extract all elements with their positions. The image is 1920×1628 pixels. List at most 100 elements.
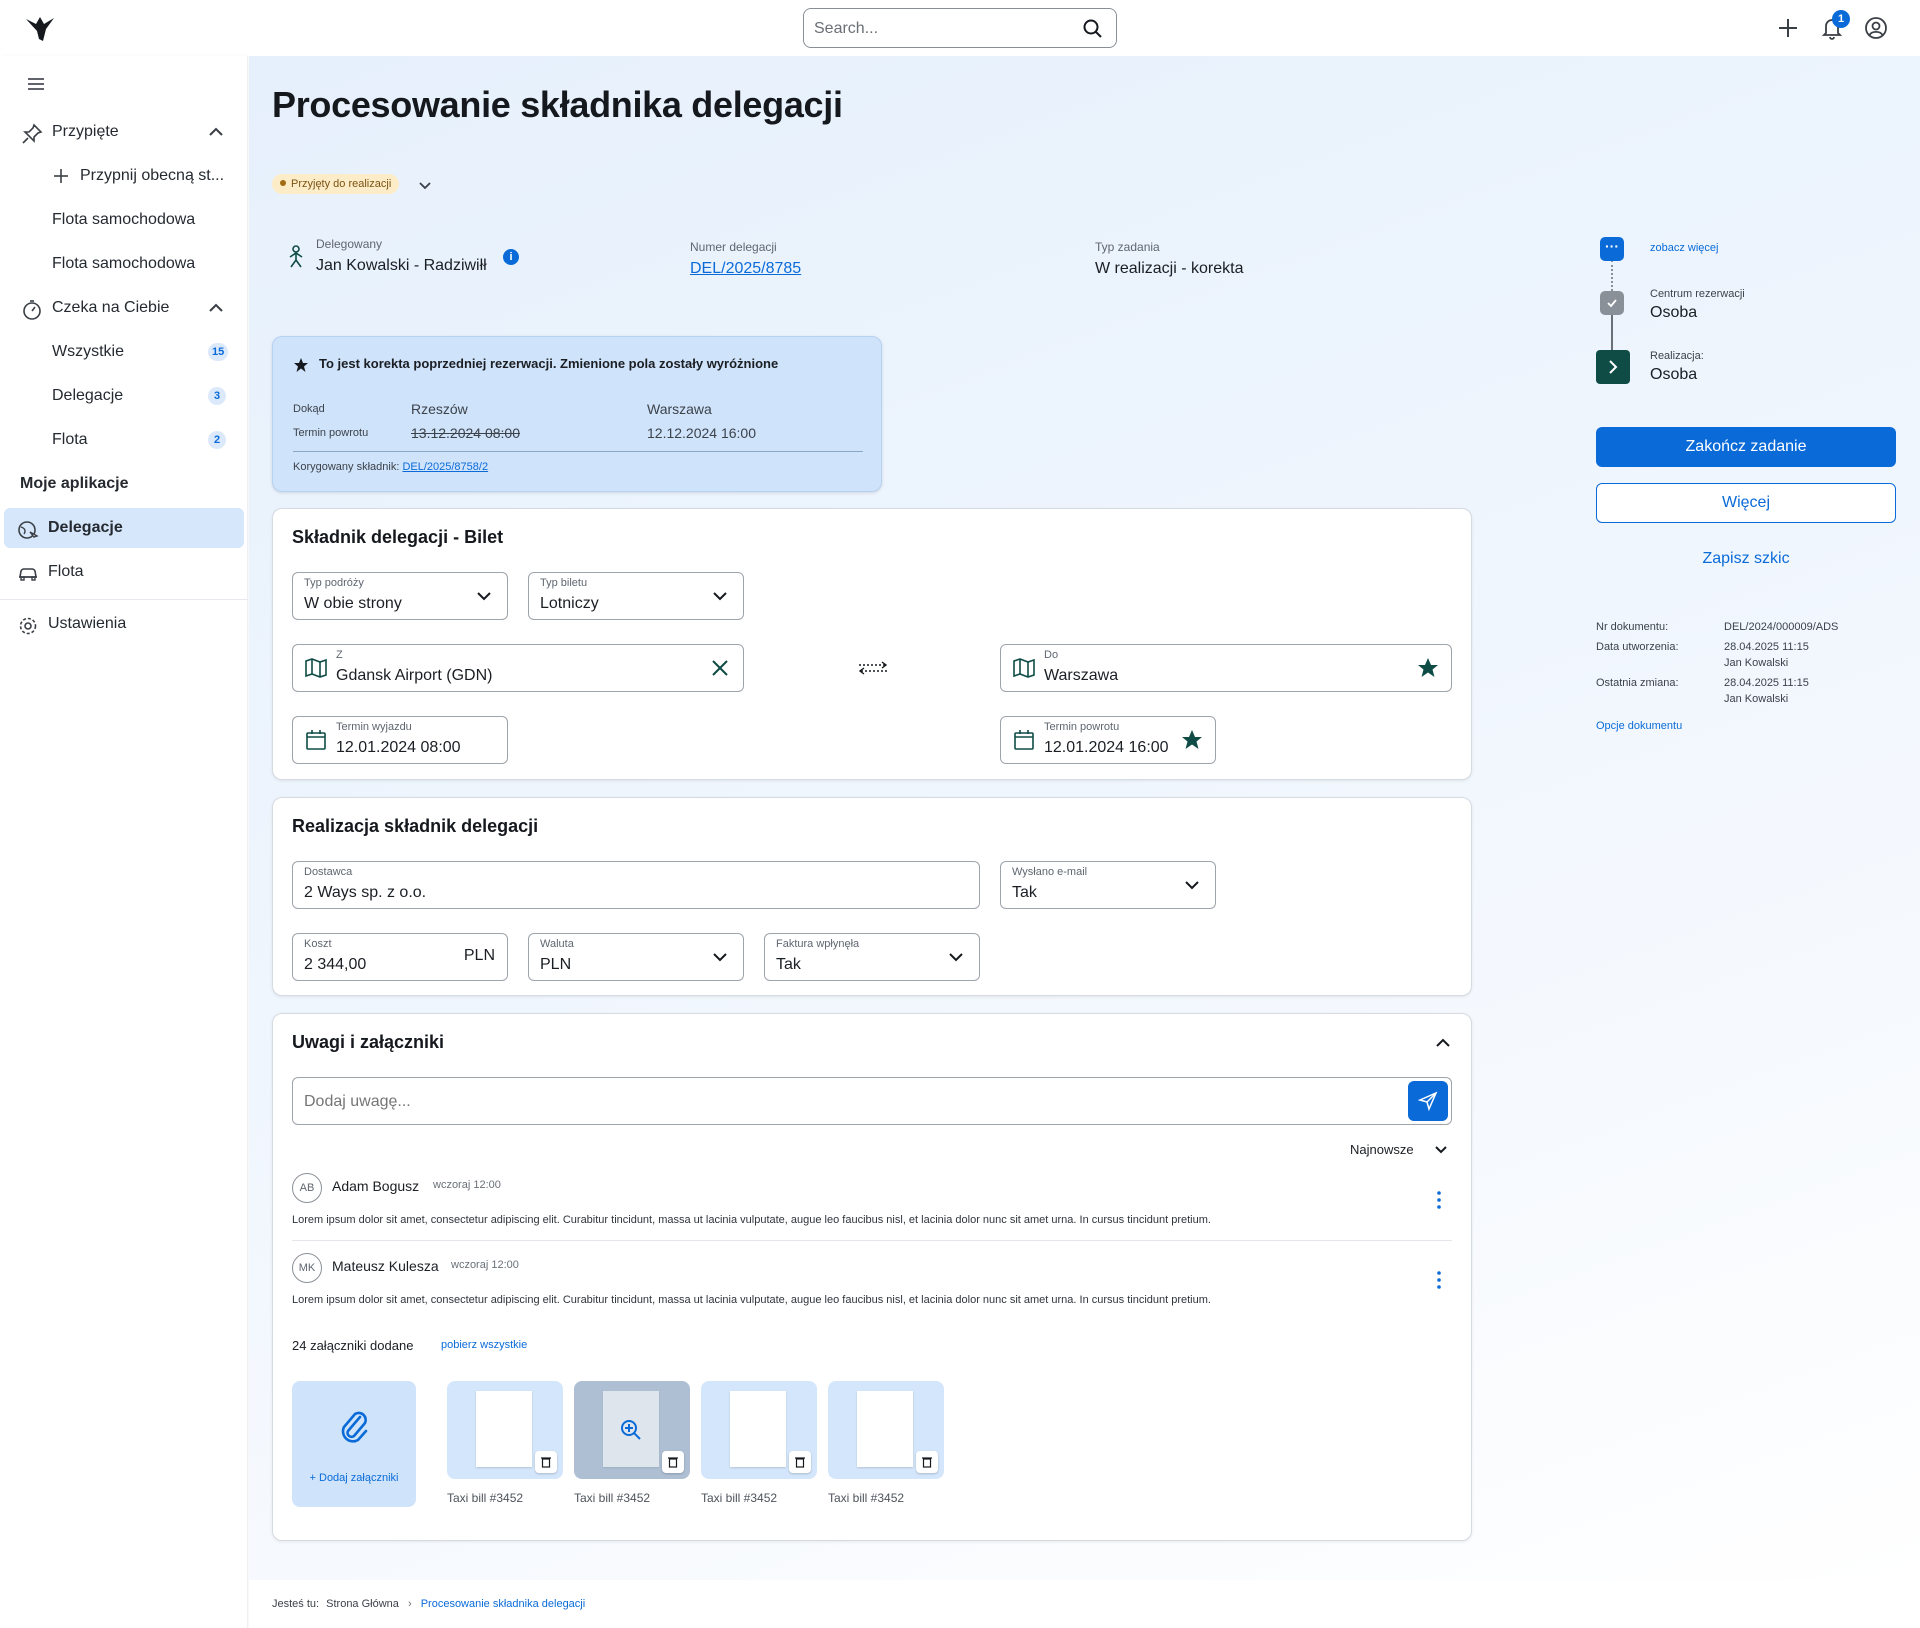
comment-time: wczoraj 12:00 [451,1259,519,1271]
attachments-count: 24 załączniki dodane [292,1338,414,1353]
delete-attachment-button[interactable] [535,1451,557,1473]
step1-label: Centrum rezerwacji [1650,288,1745,300]
attachment-name: Taxi bill #3452 [574,1491,651,1505]
trash-icon [668,1457,678,1468]
delegation-number-label: Numer delegacji [690,240,777,254]
breadcrumb-home[interactable]: Strona Główna [326,1598,399,1610]
plus-icon[interactable] [1774,14,1802,42]
breadcrumb: Jesteś tu: Strona Główna › Procesowanie … [272,1598,585,1610]
ticket-type-select[interactable]: Typ biletu Lotniczy [528,572,744,620]
count-badge: 3 [208,387,226,405]
sidebar-item-label: Flota samochodowa [52,211,196,228]
sidebar-item-delegacje[interactable]: Delegacje [0,508,248,548]
more-vertical-icon[interactable] [1435,1270,1443,1290]
doc-created-value: 28.04.2025 11:15 [1724,641,1809,653]
attachment-name: Taxi bill #3452 [828,1491,905,1505]
swap-arrows-icon[interactable] [857,660,889,676]
comment-divider [292,1240,1452,1241]
sidebar-section-my-apps: Moje aplikacje [0,464,248,504]
ticket-card: Składnik delegacji - Bilet Typ podróży W… [272,508,1472,780]
sidebar-item-flota-waiting[interactable]: Flota 2 [0,420,248,460]
trash-icon [541,1457,551,1468]
delete-attachment-button[interactable] [662,1451,684,1473]
attachment-thumbnail[interactable] [828,1381,944,1479]
return-date-field[interactable]: Termin powrotu 12.01.2024 16:00 [1000,716,1216,764]
plus-icon [54,169,68,183]
corrected-component-link[interactable]: DEL/2025/8758/2 [402,461,488,473]
finish-task-button[interactable]: Zakończ zadanie [1596,427,1896,467]
to-field[interactable]: Do Warszawa [1000,644,1452,692]
corrected-component: Korygowany składnik: DEL/2025/8758/2 [293,461,489,473]
sidebar-section-label: Moje aplikacje [20,475,129,492]
search-icon[interactable] [1082,18,1104,40]
currency-select[interactable]: Waluta PLN [528,933,744,981]
add-attachment-button[interactable]: + Dodaj załączniki [292,1381,416,1507]
trip-type-select[interactable]: Typ podróży W obie strony [292,572,508,620]
see-more-link[interactable]: zobacz więcej [1650,242,1718,254]
document-preview-icon [730,1391,786,1467]
document-preview-icon [476,1391,532,1467]
chevron-up-icon[interactable] [206,298,226,318]
more-button[interactable]: Więcej [1596,483,1896,523]
note-input-field[interactable] [292,1077,1452,1125]
sidebar-item-settings[interactable]: Ustawienia [0,604,248,644]
correction-row2-label: Termin powrotu [293,427,369,439]
cost-field[interactable]: Koszt 2 344,00 PLN [292,933,508,981]
email-sent-select[interactable]: Wysłano e-mail Tak [1000,861,1216,909]
chevron-up-icon[interactable] [1432,1032,1454,1054]
search-input[interactable] [814,18,1074,40]
info-icon[interactable]: i [503,249,519,265]
chevron-down-icon [713,592,727,601]
chevron-down-icon [713,953,727,962]
doc-created-label: Data utworzenia: [1596,641,1679,653]
download-all-link[interactable]: pobierz wszystkie [441,1339,527,1351]
sidebar-divider [0,599,248,600]
sidebar-item-flota-samochodowa[interactable]: Flota samochodowa [0,244,248,284]
card-title: Uwagi i załączniki [292,1032,445,1052]
departure-date-field[interactable]: Termin wyjazdu 12.01.2024 08:00 [292,716,508,764]
cost-unit: PLN [463,947,495,964]
search-box[interactable] [803,8,1117,48]
chevron-down-icon[interactable] [416,176,434,194]
delete-attachment-button[interactable] [916,1451,938,1473]
delegation-number-link[interactable]: DEL/2025/8785 [690,260,801,278]
supplier-field[interactable]: Dostawca 2 Ways sp. z o.o. [292,861,980,909]
sidebar-section-waiting[interactable]: Czeka na Ciebie [0,288,248,328]
avatar: AB [292,1173,322,1203]
sidebar-item-wszystkie[interactable]: Wszystkie 15 [0,332,248,372]
sidebar-item-delegacje-waiting[interactable]: Delegacje 3 [0,376,248,416]
sidebar-item-flota-samochodowa[interactable]: Flota samochodowa [0,200,248,240]
sidebar-section-pinned[interactable]: Przypięte [0,112,248,152]
more-vertical-icon[interactable] [1435,1190,1443,1210]
step-current-icon [1596,350,1630,384]
zoom-in-icon[interactable] [619,1418,643,1442]
delete-attachment-button[interactable] [789,1451,811,1473]
chevron-down-icon[interactable] [1432,1141,1450,1159]
hamburger-menu-icon[interactable] [26,76,46,92]
send-button[interactable] [1408,1081,1448,1121]
chevron-up-icon[interactable] [206,122,226,142]
sidebar-item-flota[interactable]: Flota [0,552,248,592]
attachment-thumbnail[interactable] [701,1381,817,1479]
avatar: MK [292,1253,322,1283]
attachment-name: Taxi bill #3452 [701,1491,778,1505]
user-account-icon[interactable] [1862,14,1890,42]
attachment-thumbnail-hover[interactable] [574,1381,690,1479]
document-options-link[interactable]: Opcje dokumentu [1596,720,1682,732]
close-icon[interactable] [709,657,731,679]
attachment-thumbnail[interactable] [447,1381,563,1479]
note-input[interactable] [304,1091,1384,1113]
from-field[interactable]: Z Gdansk Airport (GDN) [292,644,744,692]
save-draft-button[interactable]: Zapisz szkic [1596,539,1896,579]
sort-label[interactable]: Najnowsze [1350,1142,1414,1157]
chevron-down-icon [949,953,963,962]
globe-plane-icon [18,521,39,539]
task-type-value: W realizacji - korekta [1095,260,1244,277]
sidebar-item-pin-current[interactable]: Przypnij obecną st... [0,156,248,196]
app-logo-icon[interactable] [24,13,56,45]
card-title: Składnik delegacji - Bilet [292,527,504,547]
document-preview-icon [857,1391,913,1467]
more-dots-icon[interactable]: ··· [1600,237,1624,261]
page-title: Procesowanie składnika delegacji [272,84,843,125]
invoice-select[interactable]: Faktura wpłynęła Tak [764,933,980,981]
